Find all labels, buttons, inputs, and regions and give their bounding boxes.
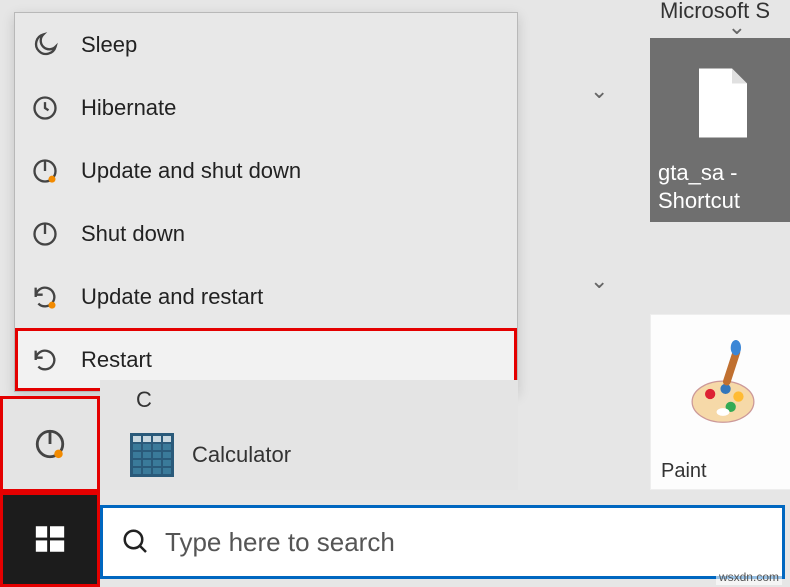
search-bar[interactable]: Type here to search bbox=[100, 505, 785, 579]
start-button[interactable] bbox=[0, 492, 100, 587]
restart-icon bbox=[31, 346, 81, 374]
tile-label: gta_sa - Shortcut bbox=[658, 159, 787, 214]
calculator-icon bbox=[130, 433, 174, 477]
watermark: wsxdn.com bbox=[716, 569, 782, 585]
power-item-update-shutdown[interactable]: Update and shut down bbox=[15, 139, 517, 202]
chevron-down-icon[interactable]: ⌄ bbox=[590, 268, 608, 294]
power-button[interactable] bbox=[0, 396, 100, 492]
paint-icon bbox=[651, 315, 790, 454]
start-left-rail bbox=[0, 396, 100, 587]
power-item-label: Update and shut down bbox=[81, 158, 301, 184]
search-icon bbox=[121, 527, 151, 557]
power-item-sleep[interactable]: Sleep bbox=[15, 13, 517, 76]
power-item-shutdown[interactable]: Shut down bbox=[15, 202, 517, 265]
power-item-hibernate[interactable]: Hibernate bbox=[15, 76, 517, 139]
restart-update-icon bbox=[31, 283, 81, 311]
tile-group-header: Microsoft S bbox=[660, 0, 770, 24]
app-calculator[interactable]: Calculator bbox=[100, 420, 518, 490]
app-letter-header[interactable]: C bbox=[100, 380, 518, 420]
power-item-label: Update and restart bbox=[81, 284, 263, 310]
chevron-down-icon[interactable]: ⌄ bbox=[728, 14, 746, 40]
file-icon bbox=[658, 46, 787, 159]
power-item-label: Sleep bbox=[81, 32, 137, 58]
power-menu: Sleep Hibernate Update and shut down Shu… bbox=[14, 12, 518, 392]
power-item-update-restart[interactable]: Update and restart bbox=[15, 265, 517, 328]
power-item-label: Shut down bbox=[81, 221, 185, 247]
clock-icon bbox=[31, 94, 81, 122]
search-placeholder: Type here to search bbox=[165, 527, 395, 558]
moon-icon bbox=[31, 31, 81, 59]
power-item-label: Hibernate bbox=[81, 95, 176, 121]
tile-paint[interactable]: Paint bbox=[650, 314, 790, 490]
power-item-label: Restart bbox=[81, 347, 152, 373]
app-label: Calculator bbox=[192, 442, 291, 468]
power-icon bbox=[31, 220, 81, 248]
tile-label: Paint bbox=[651, 454, 790, 489]
app-list: C Calculator bbox=[100, 380, 518, 490]
power-update-icon bbox=[31, 157, 81, 185]
tile-gta-shortcut[interactable]: gta_sa - Shortcut bbox=[650, 38, 790, 222]
chevron-down-icon[interactable]: ⌄ bbox=[590, 78, 608, 104]
windows-icon bbox=[33, 522, 67, 556]
